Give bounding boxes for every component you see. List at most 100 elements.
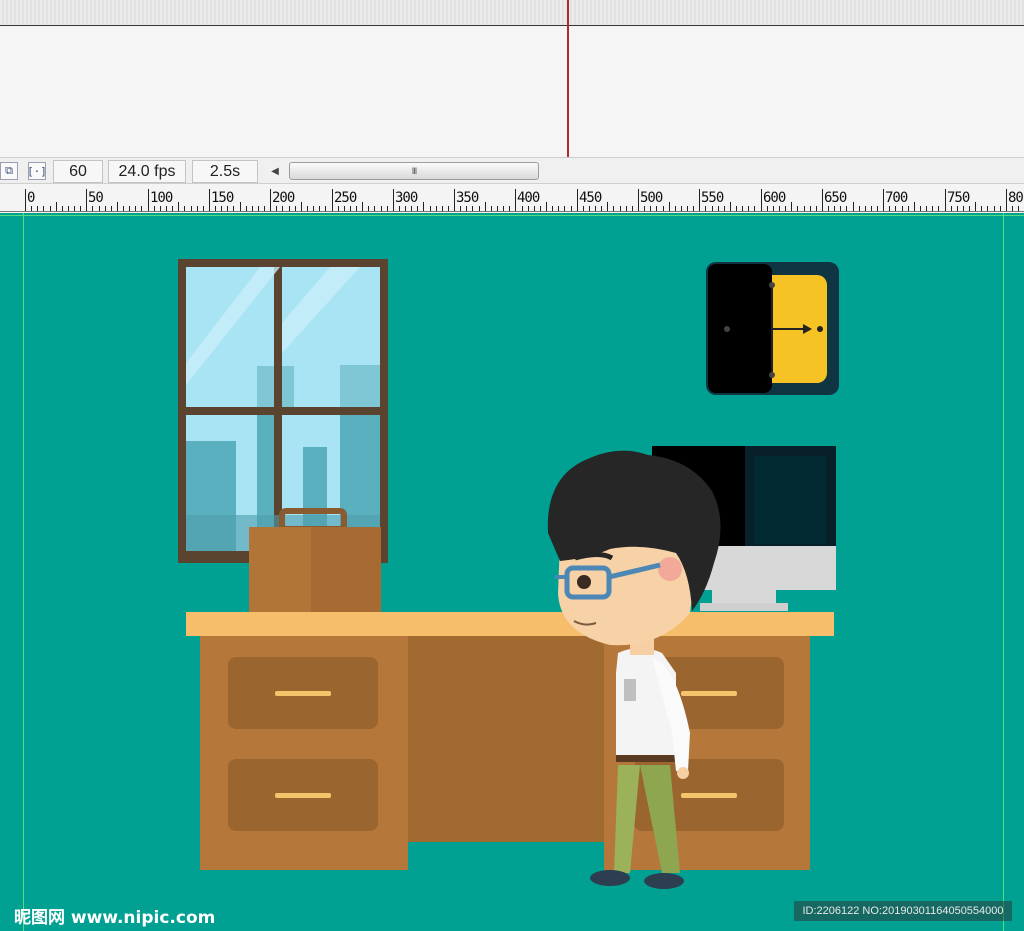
ruler-minor-tick [442, 206, 443, 211]
desk [186, 612, 834, 870]
ruler-minor-tick [497, 206, 498, 211]
ruler-minor-tick [350, 206, 351, 211]
ruler-minor-tick [613, 206, 614, 211]
ruler-major-tick [883, 189, 884, 211]
ruler-minor-tick [558, 206, 559, 211]
ruler-minor-tick [31, 206, 32, 211]
ruler-minor-tick [282, 206, 283, 211]
edit-markers-icon[interactable]: [·] [27, 162, 47, 180]
ruler-major-tick [270, 189, 271, 211]
ruler-minor-tick [810, 206, 811, 211]
ruler-minor-tick [754, 206, 755, 211]
ruler-major-tick [393, 189, 394, 211]
stage-guide-top [0, 215, 1024, 216]
ruler-minor-tick [509, 206, 510, 211]
ruler-minor-tick [564, 206, 565, 211]
ruler-minor-tick [828, 206, 829, 211]
scrollbar-thumb[interactable]: III [289, 162, 539, 180]
ruler-minor-tick [773, 206, 774, 211]
ruler-minor-tick [227, 206, 228, 211]
ruler-minor-tick [767, 206, 768, 211]
ruler-minor-tick [252, 206, 253, 211]
ruler-minor-tick [571, 206, 572, 211]
ruler-minor-tick [1018, 206, 1019, 211]
ruler-minor-tick [804, 206, 805, 211]
ruler-minor-tick [399, 206, 400, 211]
ruler-major-tick [761, 189, 762, 211]
ruler-minor-tick [154, 206, 155, 211]
ruler-minor-tick [650, 206, 651, 211]
ruler-label: 150 [211, 190, 234, 206]
ruler-minor-tick [969, 206, 970, 211]
ruler-minor-tick [895, 206, 896, 211]
ruler-minor-tick [877, 206, 878, 211]
ruler-minor-tick [681, 206, 682, 211]
current-frame-field[interactable]: 60 [53, 160, 103, 183]
onion-skin-icon[interactable]: ⧉ [0, 162, 18, 180]
ruler-minor-tick [197, 206, 198, 211]
ruler-minor-tick [583, 206, 584, 211]
ruler-minor-tick [411, 206, 412, 211]
frame-rate-field[interactable]: 24.0 fps [108, 160, 186, 183]
ruler-minor-tick [460, 206, 461, 211]
ruler-minor-tick [748, 206, 749, 211]
stage-guide-left [23, 213, 24, 931]
timeline-playhead[interactable] [567, 0, 569, 157]
ruler-minor-tick [423, 202, 424, 211]
ruler-minor-tick [258, 206, 259, 211]
ruler-label: 50 [88, 190, 104, 206]
ruler-minor-tick [920, 206, 921, 211]
ruler-minor-tick [276, 206, 277, 211]
ruler-minor-tick [503, 206, 504, 211]
ruler-minor-tick [871, 206, 872, 211]
wall-clock [706, 262, 839, 395]
ruler-minor-tick [724, 206, 725, 211]
ruler-minor-tick [129, 206, 130, 211]
ruler-minor-tick [123, 206, 124, 211]
ruler-minor-tick [491, 206, 492, 211]
ruler-major-tick [148, 189, 149, 211]
ruler-minor-tick [117, 202, 118, 211]
ruler-minor-tick [834, 206, 835, 211]
ruler-minor-tick [50, 206, 51, 211]
ruler-minor-tick [546, 202, 547, 211]
ruler-minor-tick [289, 206, 290, 211]
ruler-major-tick [454, 189, 455, 211]
ruler-minor-tick [417, 206, 418, 211]
ruler-minor-tick [56, 202, 57, 211]
ruler-minor-tick [779, 206, 780, 211]
ruler-minor-tick [840, 206, 841, 211]
timeline-layers-area[interactable] [0, 27, 1024, 157]
ruler-major-tick [86, 189, 87, 211]
ruler-label: 80 [1008, 190, 1024, 206]
ruler-minor-tick [601, 206, 602, 211]
ruler-minor-tick [166, 206, 167, 211]
ruler-minor-tick [356, 206, 357, 211]
ruler-minor-tick [932, 206, 933, 211]
ruler-minor-tick [687, 206, 688, 211]
ruler-minor-tick [472, 206, 473, 211]
timeline-frame-header[interactable] [0, 0, 1024, 26]
ruler-minor-tick [99, 206, 100, 211]
ruler-minor-tick [620, 206, 621, 211]
ruler-minor-tick [994, 206, 995, 211]
ruler-minor-tick [37, 206, 38, 211]
ruler-minor-tick [479, 206, 480, 211]
ruler-minor-tick [405, 206, 406, 211]
ruler-minor-tick [160, 206, 161, 211]
scroll-left-icon[interactable]: ◀ [267, 161, 283, 181]
ruler-minor-tick [1012, 206, 1013, 211]
stage-canvas[interactable]: 昵图网 www.nipic.com ID:2206122 NO:20190301… [0, 213, 1024, 931]
ruler-minor-tick [859, 206, 860, 211]
ruler-minor-tick [111, 206, 112, 211]
ruler-minor-tick [797, 206, 798, 211]
ruler-major-tick [945, 189, 946, 211]
office-scene [178, 259, 839, 889]
timeline-horizontal-scrollbar[interactable]: ◀ III [265, 161, 1024, 181]
ruler-minor-tick [742, 206, 743, 211]
ruler-label: 550 [701, 190, 724, 206]
ruler-minor-tick [853, 202, 854, 211]
ruler-minor-tick [141, 206, 142, 211]
ruler-minor-tick [172, 206, 173, 211]
ruler-major-tick [515, 189, 516, 211]
